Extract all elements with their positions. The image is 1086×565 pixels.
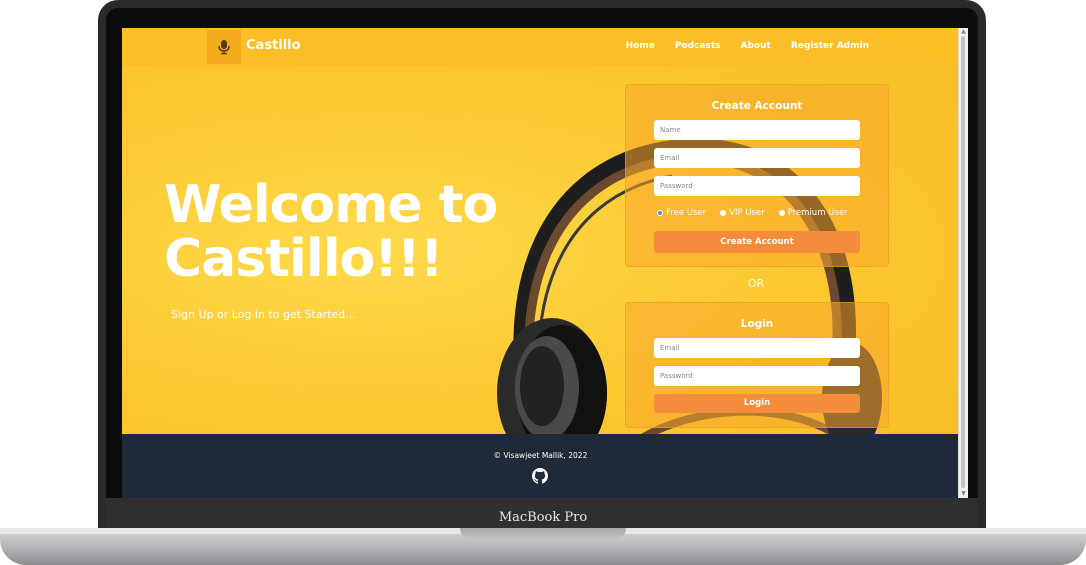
create-account-card: Create Account Free User VIP User Premiu… <box>625 84 889 267</box>
scrollbar-thumb[interactable] <box>961 36 965 488</box>
headline-line-1: Welcome to <box>164 175 498 235</box>
nav-link-register-admin[interactable]: Register Admin <box>791 41 869 51</box>
nav-link-podcasts[interactable]: Podcasts <box>675 41 721 51</box>
signup-password-field[interactable] <box>654 176 860 196</box>
radio-premium-user[interactable]: Premium User <box>778 208 848 218</box>
radio-indicator[interactable] <box>778 210 785 216</box>
login-title: Login <box>740 318 774 330</box>
radio-indicator[interactable] <box>657 210 663 216</box>
microphone-icon <box>218 40 230 55</box>
nav-links: Home Podcasts About Register Admin <box>626 41 869 51</box>
radio-label: Premium User <box>787 208 848 218</box>
github-icon[interactable] <box>532 468 548 484</box>
scrollbar[interactable]: ▲ ▼ <box>958 28 968 498</box>
scroll-down-arrow[interactable]: ▼ <box>960 491 967 497</box>
nav-link-about[interactable]: About <box>741 41 771 51</box>
laptop-notch <box>460 528 626 540</box>
signup-email-field[interactable] <box>654 148 860 168</box>
device-label: MacBook Pro <box>498 510 588 525</box>
nav-link-home[interactable]: Home <box>626 41 655 51</box>
radio-label: Free User <box>666 208 707 218</box>
copyright-text: © Visawjeet Mallik, 2022 <box>493 451 588 460</box>
name-field[interactable] <box>654 120 860 140</box>
hero-subtitle: Sign Up or Log in to get Started... <box>171 308 356 321</box>
footer: © Visawjeet Mallik, 2022 <box>122 434 959 498</box>
brand-name[interactable]: Castillo <box>246 38 301 53</box>
login-button[interactable]: Login <box>654 394 860 413</box>
radio-vip-user[interactable]: VIP User <box>720 208 765 218</box>
hero-section: Castillo Home Podcasts About Register Ad… <box>122 28 959 438</box>
hero-headline: Welcome to Castillo!!! <box>164 175 498 289</box>
radio-indicator[interactable] <box>720 210 727 216</box>
radio-label: VIP User <box>729 208 765 218</box>
create-account-button[interactable]: Create Account <box>654 231 860 253</box>
scroll-up-arrow[interactable]: ▲ <box>960 29 967 35</box>
login-card: Login Login <box>625 302 889 428</box>
or-separator: OR <box>747 277 765 290</box>
screen: Castillo Home Podcasts About Register Ad… <box>122 28 968 498</box>
create-account-title: Create Account <box>711 100 803 112</box>
headline-line-2: Castillo!!! <box>164 229 443 289</box>
login-email-field[interactable] <box>654 338 860 358</box>
navbar: Castillo Home Podcasts About Register Ad… <box>122 28 959 66</box>
radio-free-user[interactable]: Free User <box>657 208 706 218</box>
user-type-radio-group: Free User VIP User Premium User <box>657 208 848 218</box>
login-password-field[interactable] <box>654 366 860 386</box>
logo[interactable] <box>207 30 241 64</box>
